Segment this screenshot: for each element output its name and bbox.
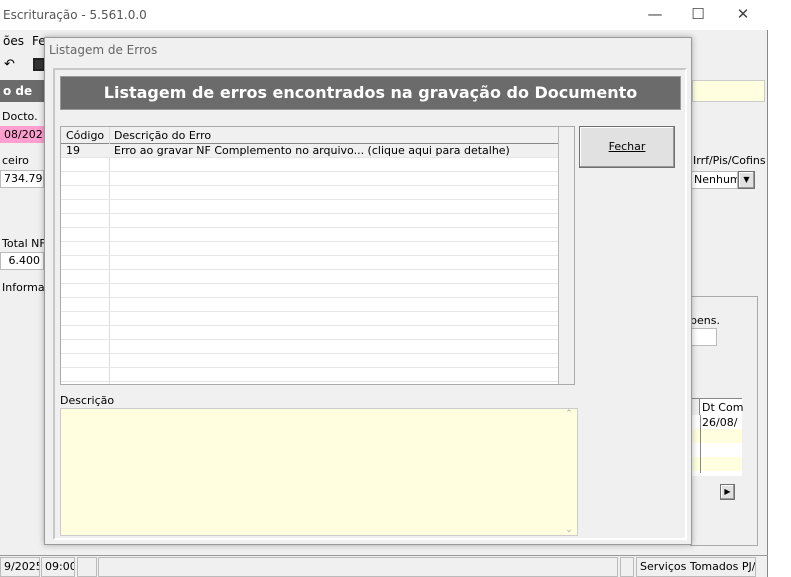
table-row[interactable]: 19 Erro ao gravar NF Complemento no arqu…: [61, 144, 558, 158]
menu-item[interactable]: ões: [3, 34, 24, 48]
status-panel: [98, 557, 618, 577]
error-code: 19: [66, 144, 80, 157]
total-nf-field[interactable]: 6.400: [0, 252, 44, 270]
scroll-right-icon[interactable]: ▶: [720, 484, 735, 500]
error-dialog: Listagem de Erros Listagem de erros enco…: [44, 37, 692, 545]
close-button[interactable]: ✕: [728, 5, 758, 23]
docto-label: Docto.: [2, 110, 38, 123]
pens-field[interactable]: [690, 328, 717, 346]
error-description[interactable]: Erro ao gravar NF Complemento no arquivo…: [114, 144, 510, 157]
window-title: Escrituração - 5.561.0.0: [3, 8, 147, 22]
description-textarea[interactable]: [60, 408, 578, 536]
small-grid: Dt Com 26/08/: [692, 398, 744, 476]
column-header-code[interactable]: Código: [66, 129, 104, 142]
description-scrollbar[interactable]: ⌃ ⌄: [561, 409, 577, 535]
total-nf-label: Total NF: [2, 237, 46, 250]
pens-label: pens.: [690, 314, 720, 327]
ceiro-label: ceiro: [2, 154, 29, 167]
scroll-down-icon[interactable]: ⌄: [561, 525, 577, 535]
dialog-title: Listagem de Erros: [49, 43, 158, 57]
grid-header: Dt Com: [702, 401, 744, 414]
status-panel: [77, 557, 97, 577]
status-bar: 9/2025 09:00 Serviços Tomados PJ/F: [0, 555, 768, 577]
chevron-down-icon[interactable]: ▼: [738, 171, 755, 189]
grid-scrollbar[interactable]: [558, 127, 574, 384]
date-field[interactable]: 08/2025: [0, 126, 44, 143]
minimize-button[interactable]: —: [640, 5, 670, 23]
description-label: Descrição: [60, 394, 115, 407]
panel-header: o de M: [0, 80, 44, 102]
maximize-button[interactable]: ☐: [683, 5, 713, 23]
close-dialog-button[interactable]: Fechar: [579, 126, 675, 168]
dialog-panel: Listagem de erros encontrados na gravaçã…: [53, 68, 687, 540]
scroll-up-icon[interactable]: ⌃: [561, 409, 577, 419]
ceiro-field[interactable]: 734.798,: [0, 170, 44, 188]
irrf-label: Irrf/Pis/Cofins: [693, 154, 766, 167]
status-time: 09:00: [41, 557, 75, 577]
error-grid: Código Descrição do Erro 19 Erro ao grav…: [60, 126, 575, 385]
info-bar: [692, 80, 765, 102]
grid-cell: 26/08/: [702, 416, 738, 429]
status-panel: [620, 557, 634, 577]
irrf-select[interactable]: Nenhum: [690, 171, 738, 189]
status-module: Serviços Tomados PJ/F: [636, 557, 756, 577]
dialog-header: Listagem de erros encontrados na gravaçã…: [60, 76, 681, 110]
title-bar: Escrituração - 5.561.0.0 — ☐ ✕: [0, 0, 768, 30]
status-date: 9/2025: [0, 557, 40, 577]
undo-icon[interactable]: ↶: [4, 57, 15, 72]
column-header-description[interactable]: Descrição do Erro: [114, 129, 211, 142]
